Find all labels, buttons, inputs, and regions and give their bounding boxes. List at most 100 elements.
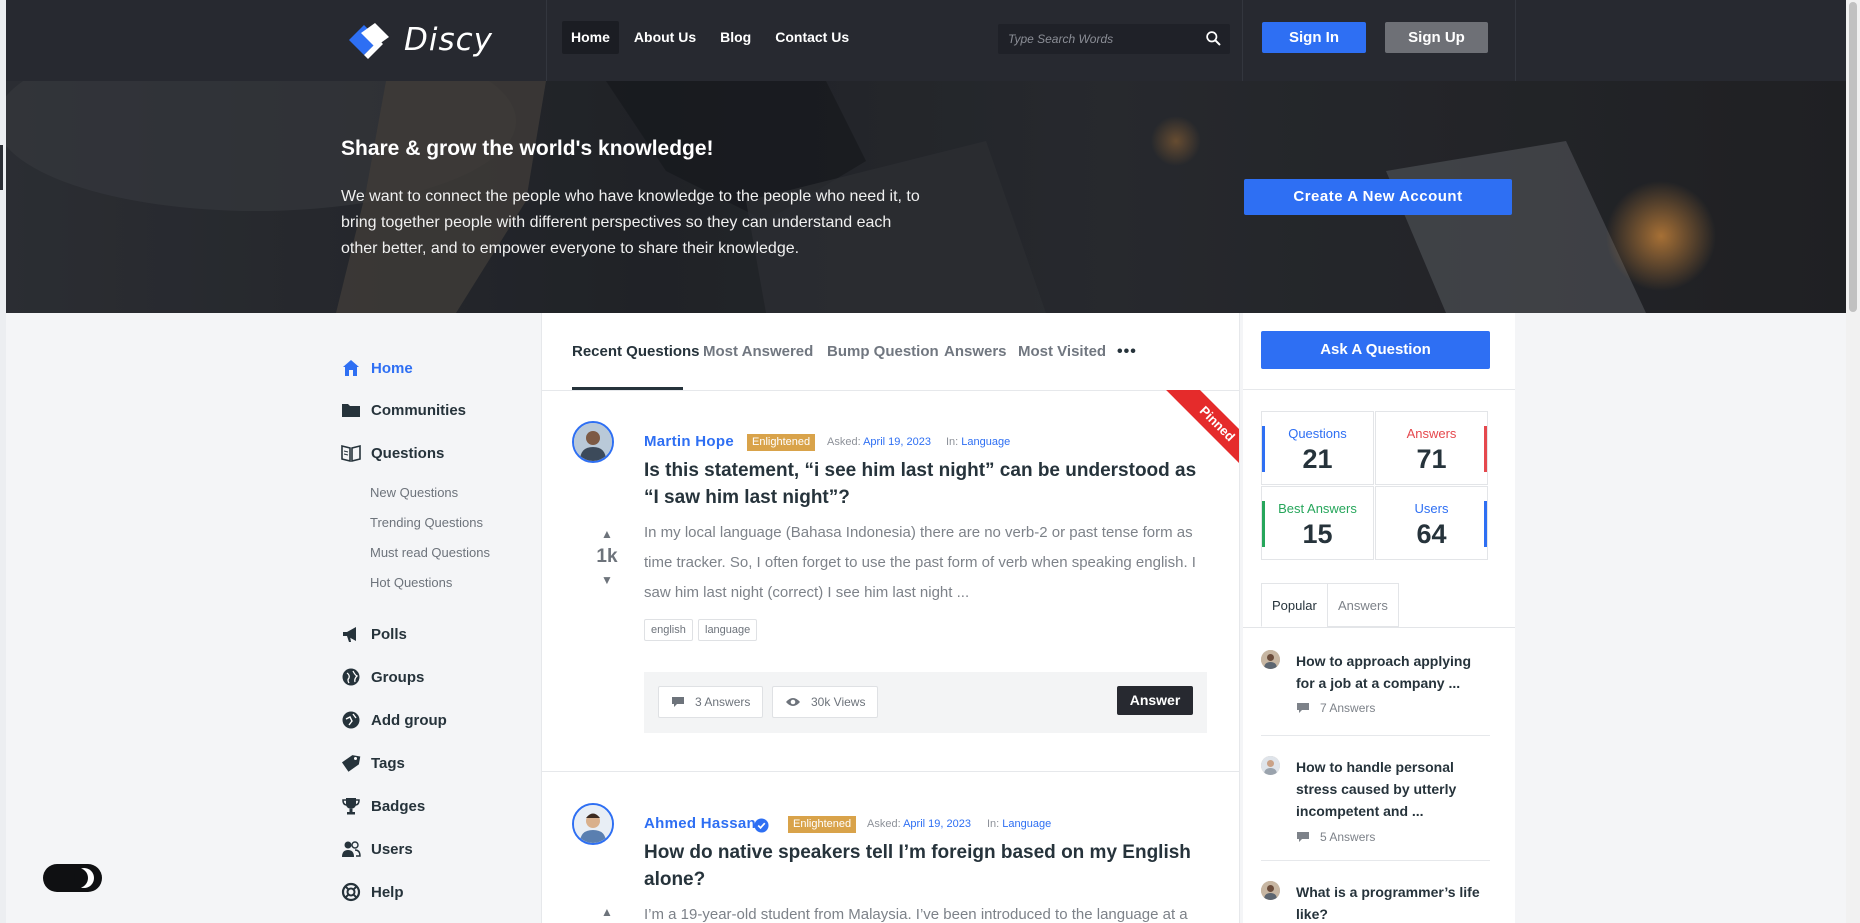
tab-most-answered[interactable]: Most Answered xyxy=(703,343,813,360)
tag-icon xyxy=(341,755,361,772)
popular-tabs: Popular Answers xyxy=(1261,583,1515,628)
sidebar-item-label: Badges xyxy=(371,797,426,815)
user-badge: Enlightened xyxy=(788,816,857,833)
sidebar-subitem-new-questions[interactable]: New Questions xyxy=(370,485,458,500)
sidebar-item-polls[interactable]: Polls xyxy=(341,621,407,647)
sign-up-button[interactable]: Sign Up xyxy=(1385,22,1488,53)
question-title[interactable]: How do native speakers tell I’m foreign … xyxy=(644,839,1204,893)
logo[interactable]: Discy xyxy=(341,17,501,63)
header-divider xyxy=(1515,0,1516,81)
sidebar-item-groups[interactable]: Groups xyxy=(341,664,424,690)
scrollbar-thumb[interactable] xyxy=(1849,2,1857,312)
stat-label: Questions xyxy=(1288,426,1347,441)
comment-icon xyxy=(1297,703,1309,713)
vote-widget: ▲ 1k ▼ xyxy=(582,526,632,588)
asked-date[interactable]: April 19, 2023 xyxy=(863,436,931,448)
sidebar-item-label: Communities xyxy=(371,401,467,419)
dark-mode-toggle[interactable] xyxy=(43,864,102,892)
stat-answers: Answers 71 xyxy=(1375,411,1488,485)
sidebar-item-add-group[interactable]: Add group xyxy=(341,707,447,733)
user-badge: Enlightened xyxy=(747,434,816,451)
popular-item-title[interactable]: What is a programmer’s life like? xyxy=(1296,881,1486,923)
popular-item: How to handle personal stress caused by … xyxy=(1261,756,1490,844)
megaphone-icon xyxy=(343,627,356,642)
category-link[interactable]: Language xyxy=(961,436,1010,448)
edge-marker xyxy=(0,145,3,190)
views-count-button[interactable]: 30k Views xyxy=(772,686,879,718)
page: Discy Home About Us Blog Contact Us Sign… xyxy=(6,0,1846,923)
avatar-image xyxy=(574,423,612,461)
avatar-image xyxy=(574,805,612,843)
answers-count-button[interactable]: 3 Answers xyxy=(658,686,764,718)
sidebar-item-communities[interactable]: Communities xyxy=(341,397,466,423)
popular-item-title[interactable]: How to approach applying for a job at a … xyxy=(1296,650,1486,694)
popular-item-meta: 7 Answers xyxy=(1296,701,1375,715)
avatar[interactable] xyxy=(572,803,614,845)
sidebar-item-questions[interactable]: Questions xyxy=(341,440,444,466)
home-icon xyxy=(343,360,359,376)
header-divider xyxy=(1242,0,1243,81)
asked-date[interactable]: April 19, 2023 xyxy=(903,818,971,830)
answer-button[interactable]: Answer xyxy=(1117,686,1193,715)
tab-popular[interactable]: Popular xyxy=(1261,583,1328,627)
sign-in-button[interactable]: Sign In xyxy=(1262,22,1366,53)
comment-icon xyxy=(1297,832,1309,842)
popular-item-title[interactable]: How to handle personal stress caused by … xyxy=(1296,756,1486,822)
hero-banner: Share & grow the world's knowledge! We w… xyxy=(6,81,1846,313)
sidebar-item-help[interactable]: Help xyxy=(341,879,404,905)
stat-best-answers: Best Answers 15 xyxy=(1261,486,1374,560)
sidebar-subitem-must-read-questions[interactable]: Must read Questions xyxy=(370,545,490,560)
trophy-icon xyxy=(342,798,360,815)
verified-icon xyxy=(754,818,769,833)
tabs-more-button[interactable]: ••• xyxy=(1117,343,1137,361)
users-icon xyxy=(342,841,361,857)
hero-title: Share & grow the world's knowledge! xyxy=(341,137,714,160)
avatar[interactable] xyxy=(572,421,614,463)
ask-question-button[interactable]: Ask A Question xyxy=(1261,331,1490,369)
scrollbar[interactable] xyxy=(1846,0,1860,923)
search-input[interactable] xyxy=(998,24,1208,54)
sidebar-item-label: Questions xyxy=(371,444,445,462)
category-link[interactable]: Language xyxy=(1002,818,1051,830)
nav-blog[interactable]: Blog xyxy=(711,21,760,54)
site-header: Discy Home About Us Blog Contact Us Sign… xyxy=(6,0,1846,81)
stat-users: Users 64 xyxy=(1375,486,1488,560)
tag-chip[interactable]: english xyxy=(644,619,693,641)
search-icon[interactable] xyxy=(1205,30,1222,47)
lifebuoy-icon xyxy=(341,882,361,902)
tag-chip[interactable]: language xyxy=(698,619,758,641)
nav-contact-us[interactable]: Contact Us xyxy=(766,21,858,54)
views-count: 30k Views xyxy=(811,695,866,709)
sidebar-item-badges[interactable]: Badges xyxy=(341,793,425,819)
stat-label: Answers xyxy=(1406,426,1457,441)
vote-down-icon[interactable]: ▼ xyxy=(582,572,632,588)
sidebar-subitem-trending-questions[interactable]: Trending Questions xyxy=(370,515,483,530)
popular-item-answers: 7 Answers xyxy=(1320,701,1376,715)
avatar[interactable] xyxy=(1261,650,1280,669)
author-name[interactable]: Martin Hope xyxy=(644,433,734,450)
vote-up-icon[interactable]: ▲ xyxy=(582,904,632,920)
author-name[interactable]: Ahmed Hassan xyxy=(644,815,756,832)
vote-up-icon[interactable]: ▲ xyxy=(582,526,632,542)
tab-most-visited[interactable]: Most Visited xyxy=(1018,343,1106,360)
main-nav: Home About Us Blog Contact Us xyxy=(562,21,858,54)
sidebar-item-tags[interactable]: Tags xyxy=(341,750,405,776)
create-account-button[interactable]: Create A New Account xyxy=(1244,179,1512,215)
tab-bump-question[interactable]: Bump Question xyxy=(827,343,939,360)
comment-icon xyxy=(672,697,684,707)
question-title[interactable]: Is this statement, “i see him last night… xyxy=(644,457,1204,511)
nav-about-us[interactable]: About Us xyxy=(625,21,705,54)
sidebar-item-home[interactable]: Home xyxy=(341,355,413,381)
sidebar-item-label: Add group xyxy=(371,711,447,729)
nav-home[interactable]: Home xyxy=(562,21,619,54)
avatar[interactable] xyxy=(1261,881,1280,900)
search-box xyxy=(998,24,1230,54)
vote-count: 1k xyxy=(596,546,618,567)
tab-recent-questions[interactable]: Recent Questions xyxy=(572,343,700,360)
sidebar-subitem-hot-questions[interactable]: Hot Questions xyxy=(370,575,452,590)
moon-icon xyxy=(74,868,94,888)
avatar[interactable] xyxy=(1261,756,1280,775)
tab-answers-widget[interactable]: Answers xyxy=(1327,583,1399,627)
sidebar-item-users[interactable]: Users xyxy=(341,836,413,862)
tab-answers[interactable]: Answers xyxy=(944,343,1007,360)
